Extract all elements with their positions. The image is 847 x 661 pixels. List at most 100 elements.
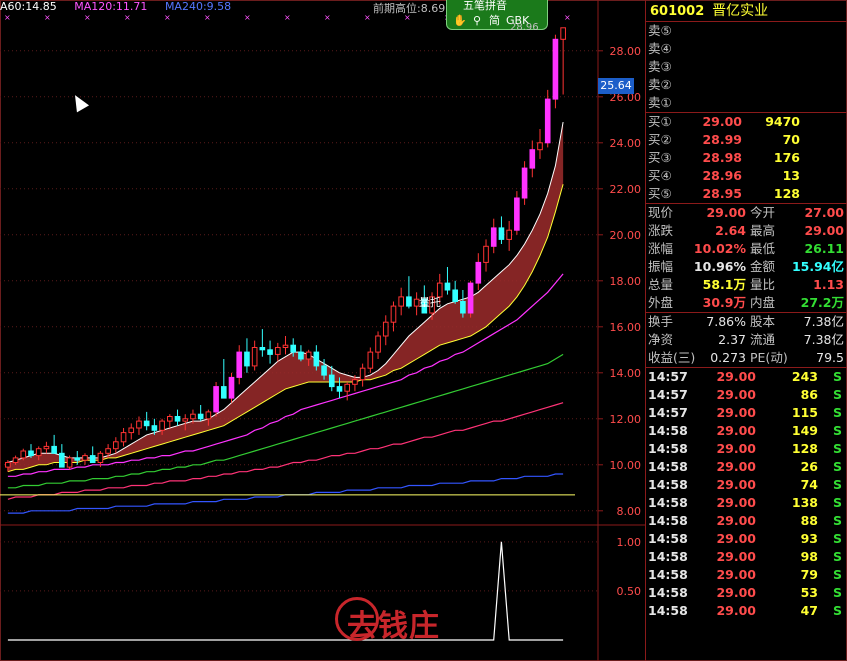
ask-row[interactable]: 卖④ (646, 40, 847, 58)
search-icon[interactable]: ⚲ (471, 12, 483, 29)
candle-body (390, 305, 397, 323)
signal-marker: × (324, 13, 331, 22)
candle-body (313, 351, 320, 367)
signal-marker: × (204, 13, 211, 22)
signal-marker: × (124, 13, 131, 22)
tick-row[interactable]: 14:58 29.00 128 S (646, 440, 847, 458)
tick-row[interactable]: 14:58 29.00 79 S (646, 566, 847, 584)
candle-body (74, 457, 81, 461)
tick-row[interactable]: 14:58 29.00 88 S (646, 512, 847, 530)
ask-row[interactable]: 卖① (646, 94, 847, 112)
candle-body (28, 450, 34, 457)
info-row: 净资 2.37 流通 7.38亿 (646, 331, 847, 349)
tick-time: 14:58 (648, 585, 688, 600)
tick-row[interactable]: 14:58 29.00 26 S (646, 458, 847, 476)
tick-time: 14:58 (648, 495, 688, 510)
tick-time: 14:57 (648, 387, 688, 402)
quote-panel: 601002 晋亿实业 卖⑤ 卖④ 卖③ 卖② 卖① 买① 29.00 9470 买② 28.9… (645, 0, 847, 661)
candle-body (151, 425, 158, 431)
ask-row[interactable]: 卖② (646, 76, 847, 94)
tick-volume: 243 (791, 369, 818, 384)
tick-volume: 149 (791, 423, 818, 438)
stat-label: 内盘 (750, 295, 776, 310)
candle-body (174, 416, 181, 422)
candle-body (182, 418, 189, 422)
hand-icon[interactable]: ✋ (453, 12, 467, 29)
tick-row[interactable]: 14:57 29.00 86 S (646, 386, 847, 404)
y-tick-label: 16.00 (610, 321, 642, 334)
tick-volume: 53 (800, 585, 818, 600)
tick-side: S (832, 495, 842, 510)
stat-value: 10.96% (693, 259, 746, 274)
tick-volume: 115 (791, 405, 818, 420)
candle-body (460, 301, 466, 314)
y-tick-label: 24.00 (610, 137, 642, 150)
candle-body (113, 441, 119, 450)
bid-label: 买① (648, 114, 672, 129)
stat-value: 1.13 (813, 277, 844, 292)
tick-volume: 93 (800, 531, 818, 546)
candle-body (159, 420, 165, 431)
candle-body (552, 38, 559, 100)
candle-body (305, 351, 312, 360)
bid-row[interactable]: 买③ 28.98 176 (646, 149, 847, 167)
ask-row[interactable]: 卖③ (646, 58, 847, 76)
tick-row[interactable]: 14:57 29.00 243 S (646, 368, 847, 386)
bid-price: 28.95 (702, 186, 742, 201)
tick-row[interactable]: 14:58 29.00 53 S (646, 584, 847, 602)
y-tick-label: 8.00 (617, 505, 642, 518)
candle-body (336, 386, 343, 392)
tick-price: 29.00 (716, 495, 756, 510)
bid-volume: 70 (782, 132, 800, 147)
tick-row[interactable]: 14:58 29.00 74 S (646, 476, 847, 494)
tick-side: S (832, 549, 842, 564)
tick-side: S (832, 459, 842, 474)
info-label: PE(动) (750, 350, 788, 365)
tick-volume: 88 (800, 513, 818, 528)
bid-row[interactable]: 买④ 28.96 13 (646, 167, 847, 185)
ma240-legend: MA240:9.58 (164, 0, 232, 13)
candle-body (506, 229, 512, 240)
info-label: 收益(三) (648, 350, 696, 365)
tick-row[interactable]: 14:58 29.00 47 S (646, 602, 847, 620)
candle-body (544, 98, 551, 144)
tick-row[interactable]: 14:58 29.00 138 S (646, 494, 847, 512)
stock-code: 601002 (650, 4, 705, 19)
candle-body (359, 367, 366, 381)
ask-price (678, 94, 742, 112)
candle-body (267, 349, 273, 355)
ask-row[interactable]: 卖⑤ (646, 22, 847, 40)
tick-price: 29.00 (716, 405, 756, 420)
tick-row[interactable]: 14:58 29.00 98 S (646, 548, 847, 566)
stat-value: 10.02% (693, 241, 746, 256)
bid-price: 28.98 (702, 150, 742, 165)
candle-body (475, 261, 482, 284)
ask-price (678, 58, 742, 76)
tick-row[interactable]: 14:57 29.00 115 S (646, 404, 847, 422)
stat-row: 涨幅 10.02% 最低 26.11 (646, 240, 847, 258)
kline-chart[interactable]: 28.0026.0024.0022.0020.0018.0016.0014.00… (0, 0, 645, 661)
bid-label: 买③ (648, 150, 672, 165)
tick-price: 29.00 (716, 567, 756, 582)
candle-body (213, 386, 219, 413)
ask-label: 卖② (648, 77, 672, 92)
bid-label: 买④ (648, 168, 672, 183)
bid-row[interactable]: 买⑤ 28.95 128 (646, 185, 847, 203)
watermark-logo: 去钱庄 (335, 597, 465, 647)
bid-row[interactable]: 买② 28.99 70 (646, 131, 847, 149)
info-value: 79.5 (816, 350, 844, 365)
kline-chart-area[interactable]: 28.00 26.00 24.00 22.00 20.00 18.00 16.00 14.00… (0, 0, 645, 661)
tick-row[interactable]: 14:58 29.00 93 S (646, 530, 847, 548)
candle-body (35, 448, 42, 457)
signal-marker: × (284, 13, 291, 22)
signal-marker: × (564, 13, 571, 22)
bid-row[interactable]: 买① 29.00 9470 (646, 113, 847, 131)
info-label: 换手 (648, 314, 674, 329)
tick-side: S (832, 423, 842, 438)
tick-list[interactable]: 14:57 29.00 243 S 14:57 29.00 86 S 14:57 29.00 115… (646, 368, 847, 620)
candle-body (529, 149, 536, 169)
tick-row[interactable]: 14:58 29.00 149 S (646, 422, 847, 440)
stat-row: 振幅 10.96% 金额 15.94亿 (646, 258, 847, 276)
candle-body (490, 227, 497, 247)
ime-simplified-toggle[interactable]: 简 (489, 12, 500, 29)
